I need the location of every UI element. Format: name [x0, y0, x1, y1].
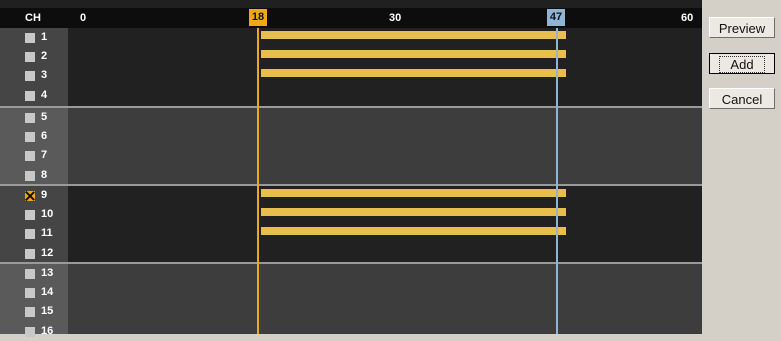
channel-number: 8 [41, 169, 48, 181]
channel-row: 15 [0, 302, 68, 321]
add-button-label: Add [719, 56, 765, 73]
recording-segment-bar[interactable] [261, 227, 566, 235]
end-marker-handle[interactable]: 47 [547, 9, 565, 26]
channel-checkbox[interactable] [25, 151, 35, 161]
channel-checkbox[interactable] [25, 249, 35, 259]
channel-group-13-16 [0, 264, 702, 334]
channel-row: 7 [0, 146, 68, 165]
channel-number: 1 [41, 31, 48, 43]
channel-row: 3 [0, 66, 68, 85]
channel-row: 10 [0, 205, 68, 224]
channel-checkbox[interactable] [25, 191, 35, 201]
channel-row: 8 [0, 166, 68, 185]
channel-checkbox[interactable] [25, 210, 35, 220]
recording-segment-bar[interactable] [261, 69, 566, 77]
channel-number: 15 [41, 305, 54, 317]
channel-checkbox[interactable] [25, 327, 35, 337]
channel-checkbox[interactable] [25, 288, 35, 298]
channel-row: 12 [0, 244, 68, 263]
channel-row: 2 [0, 47, 68, 66]
channel-row: 13 [0, 264, 68, 283]
timeline-panel[interactable]: CH 0 30 60 18 47 1 2 3 4 5 6 7 8 9 10 11 12 13 14 15 16 [0, 0, 702, 337]
channel-group-1-4 [0, 28, 702, 106]
channel-number: 4 [41, 89, 48, 101]
add-button[interactable]: Add [709, 53, 775, 74]
start-marker-handle[interactable]: 18 [249, 9, 267, 26]
channel-row: 5 [0, 108, 68, 127]
channel-number: 13 [41, 267, 54, 279]
cancel-button[interactable]: Cancel [709, 88, 775, 109]
recording-segment-bar[interactable] [261, 50, 566, 58]
tick-label-30: 30 [389, 12, 402, 24]
preview-button[interactable]: Preview [709, 17, 775, 38]
recording-segment-bar[interactable] [261, 208, 566, 216]
recording-segment-bar[interactable] [261, 31, 566, 39]
channel-column-label: CH [25, 12, 41, 24]
channel-group-9-12 [0, 186, 702, 262]
channel-number: 6 [41, 130, 48, 142]
channel-number: 14 [41, 286, 54, 298]
channel-number: 16 [41, 325, 54, 337]
channel-checkbox[interactable] [25, 71, 35, 81]
tick-label-0: 0 [80, 12, 87, 24]
channel-number: 11 [41, 227, 53, 239]
channel-number: 5 [41, 111, 48, 123]
channel-checkbox[interactable] [25, 229, 35, 239]
channel-checkbox[interactable] [25, 113, 35, 123]
timeline-header: CH 0 30 60 18 47 [0, 8, 702, 28]
channel-group-5-8 [0, 108, 702, 184]
channel-row: 6 [0, 127, 68, 146]
channel-row: 11 [0, 224, 68, 243]
end-marker-line[interactable] [556, 28, 558, 334]
channel-number: 12 [41, 247, 54, 259]
channel-row: 4 [0, 86, 68, 105]
channel-checkbox[interactable] [25, 52, 35, 62]
channel-row: 9 [0, 186, 68, 205]
start-marker-line[interactable] [257, 28, 259, 334]
channel-number: 10 [41, 208, 54, 220]
channel-checkbox[interactable] [25, 171, 35, 181]
channel-checkbox[interactable] [25, 132, 35, 142]
channel-checkbox[interactable] [25, 269, 35, 279]
channel-number: 7 [41, 149, 48, 161]
channel-number: 9 [41, 189, 48, 201]
channel-checkbox[interactable] [25, 91, 35, 101]
channel-checkbox[interactable] [25, 307, 35, 317]
channel-number: 2 [41, 50, 48, 62]
recording-segment-bar[interactable] [261, 189, 566, 197]
tick-label-60: 60 [681, 12, 694, 24]
channel-number: 3 [41, 69, 48, 81]
channel-row: 16 [0, 322, 68, 341]
action-panel: Preview Add Cancel [702, 0, 781, 334]
channel-checkbox[interactable] [25, 33, 35, 43]
channel-row: 14 [0, 283, 68, 302]
channel-row: 1 [0, 28, 68, 47]
